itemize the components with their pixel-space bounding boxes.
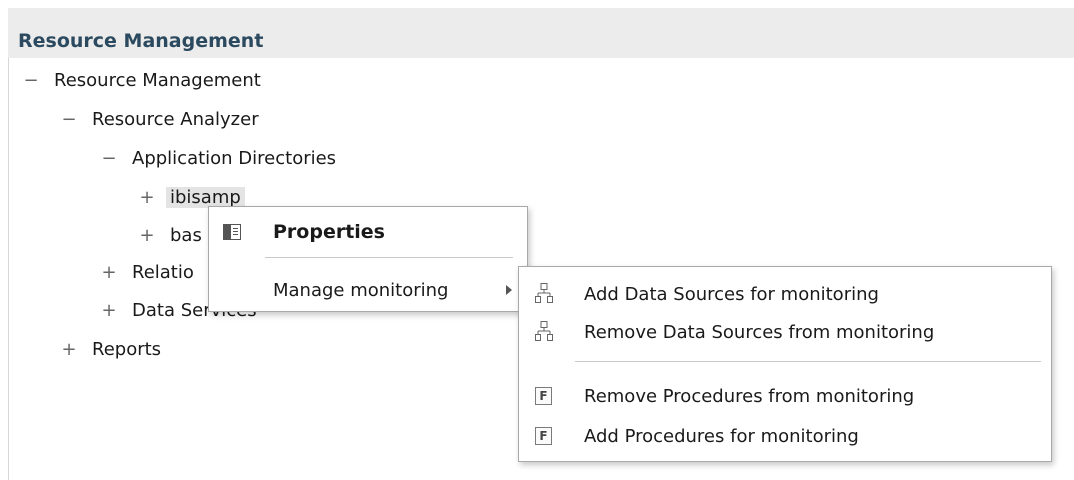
tree-node-reports[interactable]: + Reports — [60, 334, 161, 364]
procedure-f-icon: F — [535, 427, 552, 445]
tree-node-label[interactable]: bas — [170, 225, 202, 246]
expand-toggle[interactable]: + — [100, 262, 118, 283]
tree-node-label[interactable]: Resource Management — [54, 70, 261, 91]
menu-item-remove-data-sources[interactable]: Remove Data Sources from monitoring — [519, 313, 1051, 351]
menu-item-manage-monitoring[interactable]: Manage monitoring — [209, 273, 527, 307]
hierarchy-icon — [535, 283, 553, 303]
tree-node-label[interactable]: Reports — [92, 339, 161, 360]
tree-node-base[interactable]: + bas — [138, 220, 202, 250]
collapse-toggle[interactable]: − — [100, 148, 118, 169]
hierarchy-icon — [535, 321, 553, 341]
expand-toggle[interactable]: + — [60, 339, 78, 360]
menu-item-label: Add Procedures for monitoring — [584, 425, 859, 447]
tree-node-label[interactable]: ibisamp — [166, 186, 245, 208]
panel-border — [8, 58, 9, 480]
tree-node-label[interactable]: Resource Analyzer — [92, 109, 259, 130]
menu-item-label: Remove Procedures from monitoring — [584, 385, 915, 407]
panel-title: Resource Management — [18, 30, 264, 52]
collapse-toggle[interactable]: − — [22, 70, 40, 91]
tree-node-label[interactable]: Application Directories — [132, 148, 336, 169]
panel-header: Resource Management — [8, 8, 1074, 58]
tree-node-resource-analyzer[interactable]: − Resource Analyzer — [60, 104, 259, 134]
menu-item-add-data-sources[interactable]: Add Data Sources for monitoring — [519, 275, 1051, 313]
tree-node-label[interactable]: Relatio — [132, 262, 194, 283]
expand-toggle[interactable]: + — [138, 225, 156, 246]
tree-node-relations[interactable]: + Relatio — [100, 257, 194, 287]
tree-node-application-directories[interactable]: − Application Directories — [100, 143, 336, 173]
expand-toggle[interactable]: + — [138, 187, 156, 208]
menu-item-label: Add Data Sources for monitoring — [584, 283, 879, 305]
expand-toggle[interactable]: + — [100, 300, 118, 321]
properties-icon — [223, 224, 241, 240]
menu-separator — [575, 361, 1041, 362]
context-menu: Properties Manage monitoring — [208, 206, 528, 312]
menu-item-label: Remove Data Sources from monitoring — [584, 321, 935, 343]
submenu-arrow-icon — [506, 285, 512, 295]
menu-item-label: Properties — [273, 221, 385, 243]
menu-item-properties[interactable]: Properties — [209, 213, 527, 251]
menu-item-label: Manage monitoring — [273, 279, 449, 301]
manage-monitoring-submenu: Add Data Sources for monitoring Remove D… — [518, 266, 1052, 462]
menu-item-remove-procedures[interactable]: F Remove Procedures from monitoring — [519, 377, 1051, 415]
menu-item-add-procedures[interactable]: F Add Procedures for monitoring — [519, 417, 1051, 455]
collapse-toggle[interactable]: − — [60, 109, 78, 130]
resource-management-panel: Resource Management − Resource Managemen… — [0, 0, 1074, 480]
tree-node-resource-management[interactable]: − Resource Management — [22, 65, 261, 95]
menu-separator — [265, 257, 513, 258]
procedure-f-icon: F — [535, 387, 552, 405]
